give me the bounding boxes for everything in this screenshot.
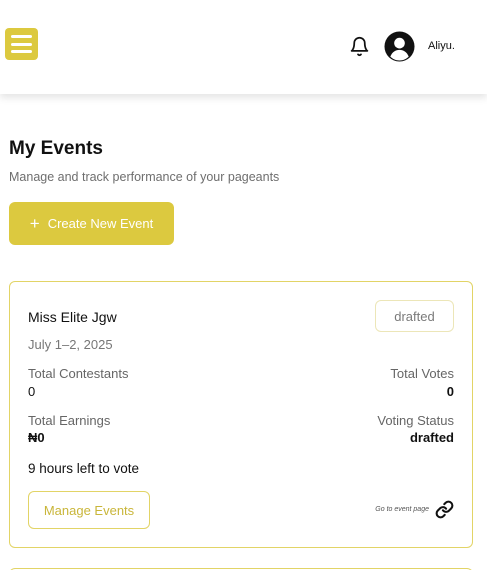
total-earnings-value: ₦0 <box>28 430 45 445</box>
manage-events-button[interactable]: Manage Events <box>28 491 150 529</box>
user-avatar-icon[interactable] <box>384 31 415 62</box>
go-to-event-page-label: Go to event page <box>375 506 429 513</box>
total-contestants-value: 0 <box>28 384 36 399</box>
total-votes-label: Total Votes <box>390 366 454 381</box>
page-title: My Events <box>9 138 103 159</box>
menu-bar <box>11 42 32 46</box>
event-date: July 1–2, 2025 <box>28 337 113 352</box>
page-subtitle: Manage and track performance of your pag… <box>9 170 280 184</box>
event-card: Miss Elite Jgw July 1–2, 2025 drafted To… <box>9 281 473 548</box>
create-new-event-label: Create New Event <box>47 216 154 231</box>
voting-status-value: drafted <box>409 430 454 445</box>
total-earnings-label: Total Earnings <box>28 413 111 428</box>
username-label[interactable]: Aliyu. <box>428 40 455 52</box>
status-badge: drafted <box>375 300 454 332</box>
link-icon <box>435 500 454 519</box>
time-left-text: 9 hours left to vote <box>28 461 140 476</box>
event-name: Miss Elite Jgw <box>28 309 117 325</box>
plus-icon: + <box>29 214 40 233</box>
total-votes-value: 0 <box>446 384 454 399</box>
voting-status-label: Voting Status <box>377 413 454 428</box>
menu-bar <box>11 35 32 38</box>
go-to-event-page-link[interactable]: Go to event page <box>375 500 454 519</box>
total-contestants-label: Total Contestants <box>28 366 129 381</box>
create-new-event-button[interactable]: + Create New Event <box>9 202 174 245</box>
hamburger-menu-icon[interactable] <box>5 28 38 60</box>
bell-icon[interactable] <box>349 35 370 58</box>
top-header: Aliyu. <box>0 0 487 94</box>
menu-bar <box>11 50 32 53</box>
